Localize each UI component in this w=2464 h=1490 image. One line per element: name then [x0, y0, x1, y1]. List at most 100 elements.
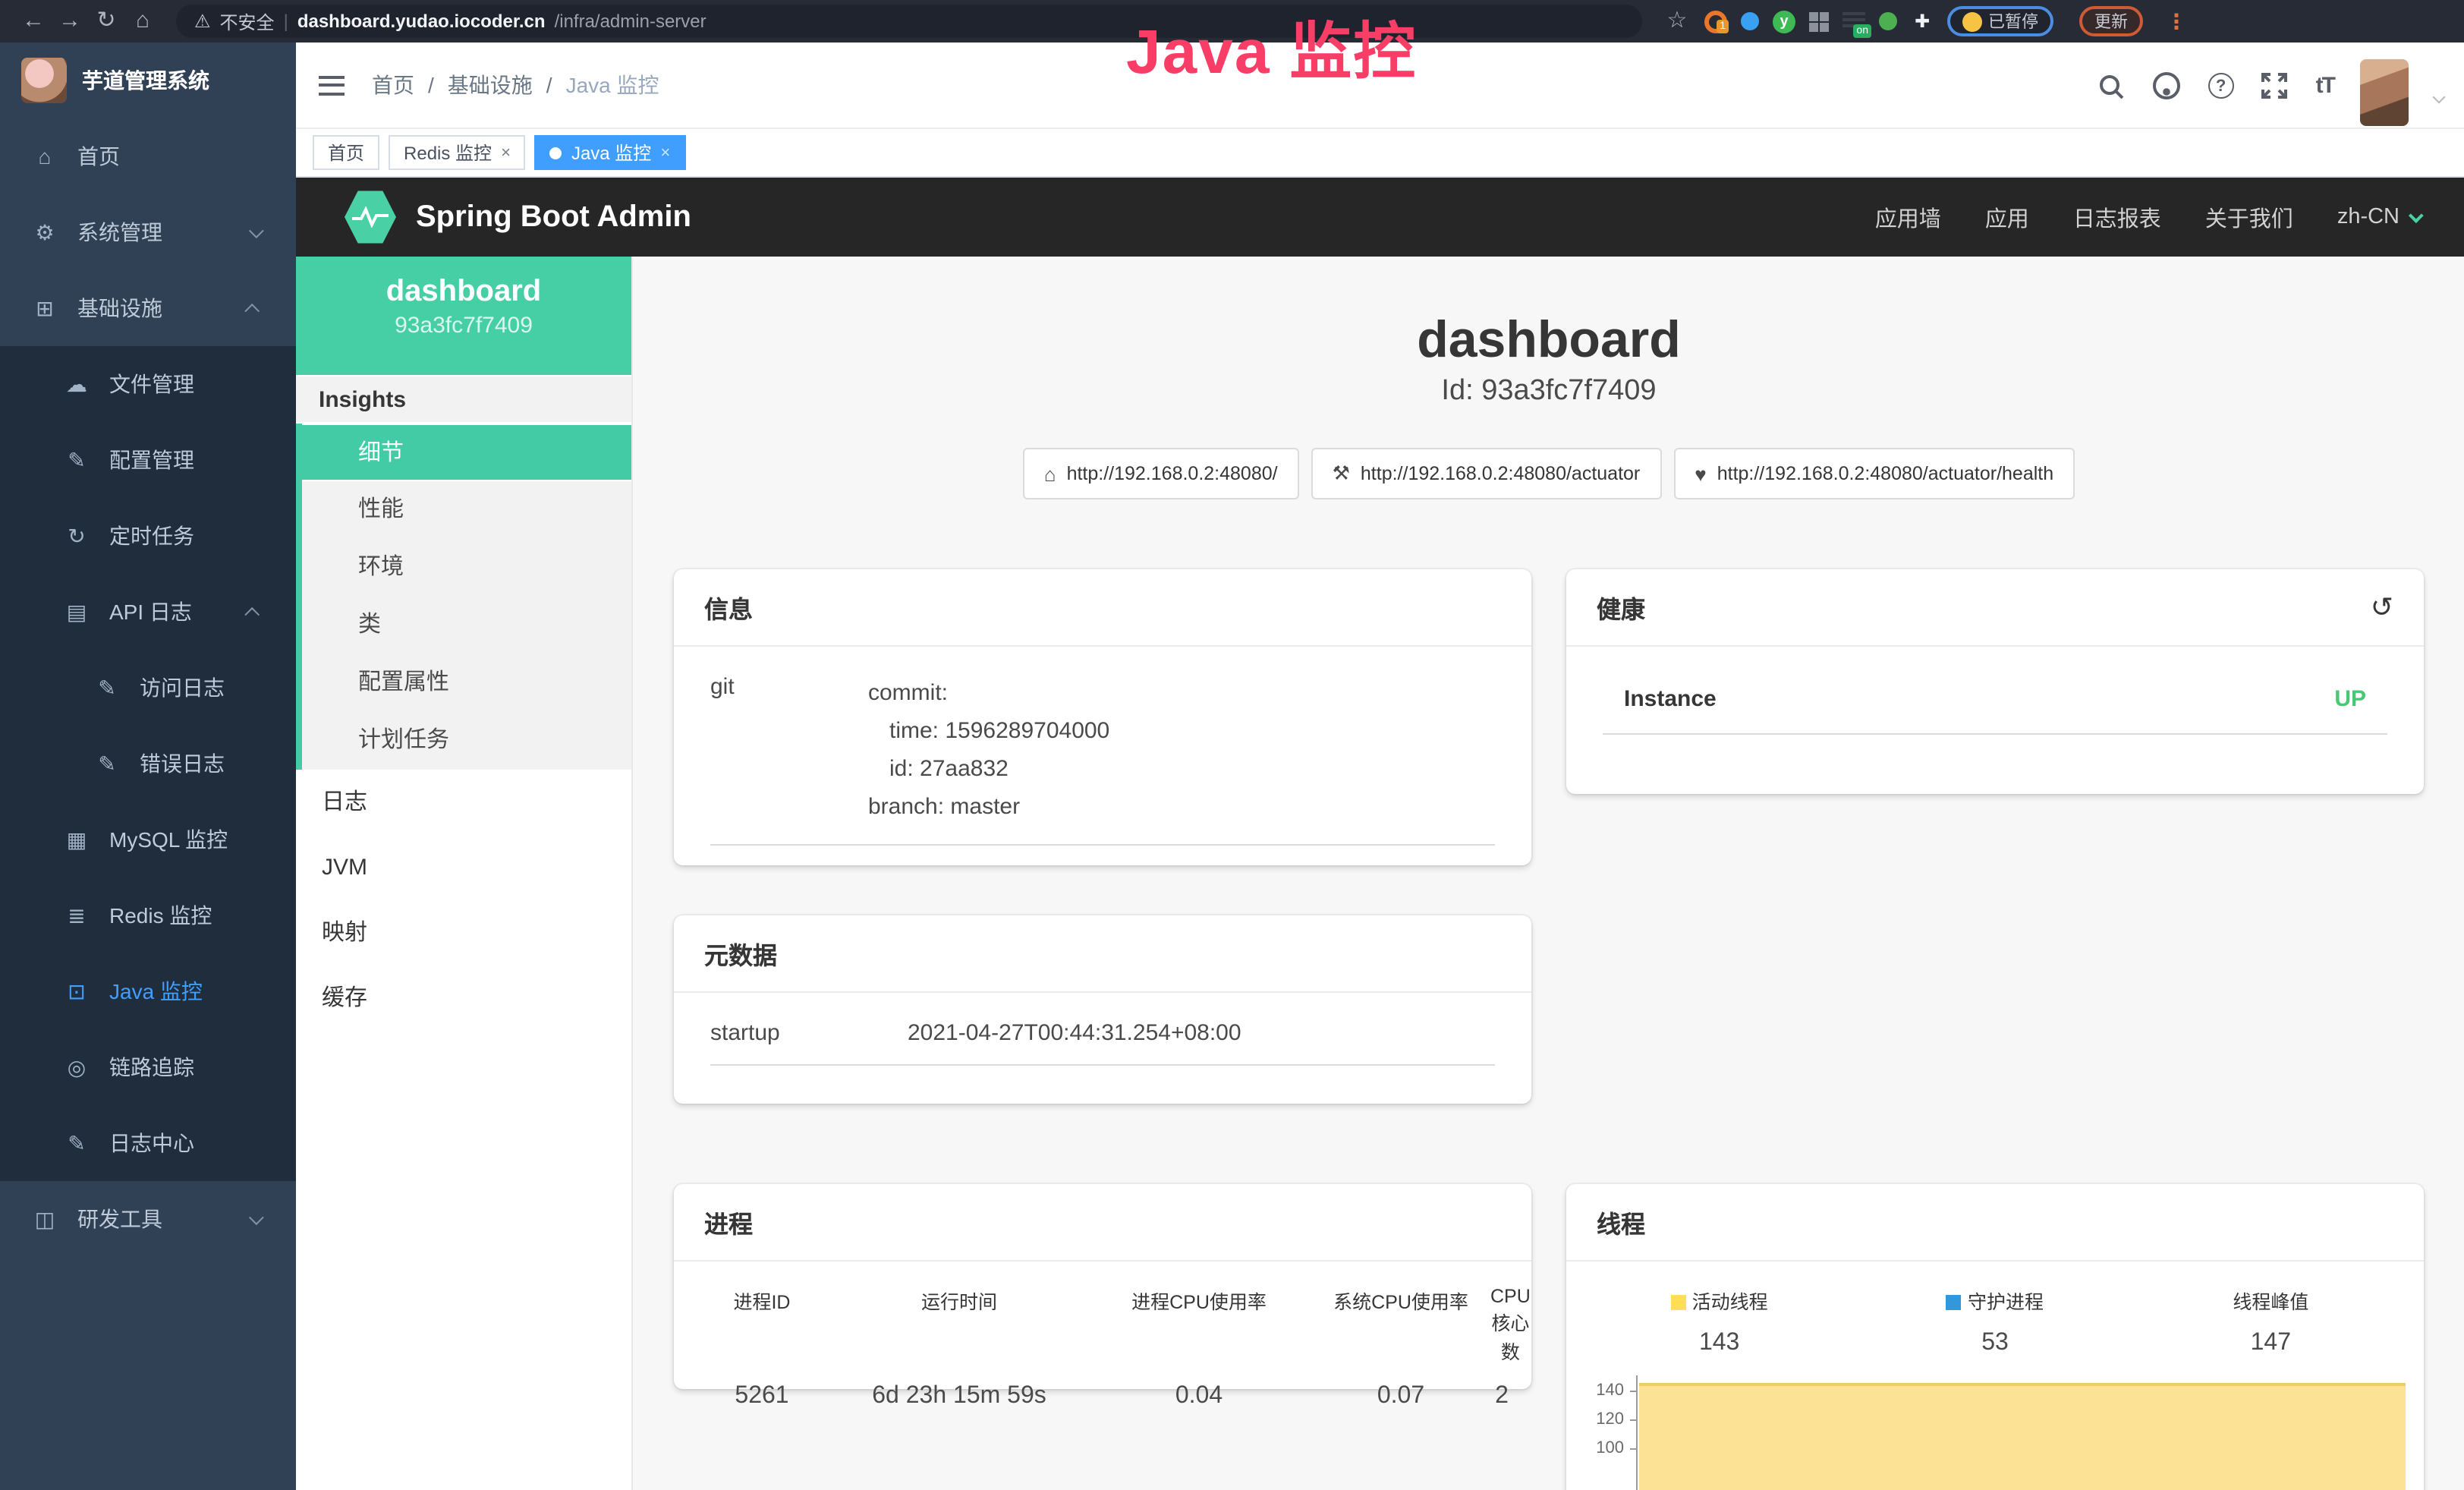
- security-label[interactable]: 不安全: [220, 8, 275, 34]
- sidebar-item-access-log[interactable]: ✎ 访问日志: [0, 650, 296, 726]
- sidebar-item-label: 定时任务: [109, 521, 194, 551]
- sba-main: dashboard Id: 93a3fc7f7409 ⌂ http://192.…: [633, 257, 2464, 1490]
- sidebar-item-log-center[interactable]: ✎ 日志中心: [0, 1105, 296, 1181]
- sidebar-item-infrastructure[interactable]: ⊞ 基础设施: [0, 270, 296, 346]
- tab-redis-monitor[interactable]: Redis 监控 ×: [389, 135, 526, 170]
- sba-menu-jvm[interactable]: JVM: [296, 835, 631, 900]
- sidebar-item-label: 基础设施: [77, 293, 162, 323]
- sba-menu-config-props[interactable]: 配置属性: [302, 654, 631, 712]
- sidebar-item-home[interactable]: ⌂ 首页: [0, 118, 296, 194]
- sidebar-item-java-monitor[interactable]: ⊡ Java 监控: [0, 953, 296, 1029]
- help-icon[interactable]: ?: [2208, 73, 2234, 99]
- profile-paused-chip[interactable]: 已暂停: [1947, 6, 2053, 36]
- extension-grid-icon[interactable]: [1809, 11, 1829, 31]
- history-icon[interactable]: ↺: [2371, 595, 2393, 619]
- app-logo[interactable]: 芋道管理系统: [0, 43, 296, 118]
- sba-menu-details[interactable]: 细节: [302, 424, 631, 481]
- col-process-cpu: 进程CPU使用率: [1087, 1286, 1311, 1365]
- health-card: 健康 ↺ Instance UP: [1566, 569, 2424, 794]
- instance-header[interactable]: dashboard 93a3fc7f7409: [296, 257, 631, 375]
- actuator-url-button[interactable]: ⚒ http://192.168.0.2:48080/actuator: [1311, 448, 1662, 499]
- sba-nav-about[interactable]: 关于我们: [2205, 201, 2293, 233]
- health-url: http://192.168.0.2:48080/actuator/health: [1717, 463, 2053, 484]
- browser-back-icon[interactable]: ←: [15, 0, 52, 43]
- sidebar-item-label: 配置管理: [109, 445, 194, 475]
- active-dot: [550, 146, 562, 159]
- bookmark-star-icon[interactable]: ☆: [1663, 0, 1691, 43]
- extension-list-icon[interactable]: on: [1842, 12, 1865, 30]
- sba-menu-metrics[interactable]: 性能: [302, 481, 631, 539]
- tab-java-monitor[interactable]: Java 监控 ×: [535, 135, 685, 170]
- val-uptime: 6d 23h 15m 59s: [832, 1383, 1087, 1410]
- avatar[interactable]: [2360, 58, 2409, 125]
- github-icon[interactable]: [2152, 71, 2182, 101]
- legend-live-threads: 活动线程: [1581, 1286, 1857, 1315]
- sidebar-item-file-mgmt[interactable]: ☁ 文件管理: [0, 346, 296, 422]
- sba-nav-journal[interactable]: 日志报表: [2073, 201, 2161, 233]
- page-title: dashboard: [633, 257, 2464, 369]
- browser-forward-icon[interactable]: →: [52, 0, 88, 43]
- breadcrumb-home[interactable]: 首页: [372, 70, 414, 100]
- chart-y-axis: 140 120 100: [1581, 1375, 1636, 1490]
- header-actions: ? tT: [2096, 43, 2444, 129]
- breadcrumb-infra[interactable]: 基础设施: [448, 70, 533, 100]
- health-url-button[interactable]: ♥ http://192.168.0.2:48080/actuator/heal…: [1673, 448, 2075, 499]
- spring-boot-admin-logo: [345, 190, 396, 244]
- live-threads-area: [1639, 1383, 2406, 1490]
- sidebar-item-scheduled-jobs[interactable]: ↻ 定时任务: [0, 498, 296, 574]
- extension-c-icon[interactable]: 1: [1704, 10, 1727, 33]
- browser-menu-icon[interactable]: ⋮: [2166, 8, 2187, 34]
- sidebar-item-error-log[interactable]: ✎ 错误日志: [0, 726, 296, 802]
- url-path: /infra/admin-server: [555, 11, 706, 32]
- sba-language-select[interactable]: zh-CN: [2337, 205, 2419, 229]
- sidebar-item-api-log[interactable]: ▤ API 日志: [0, 574, 296, 650]
- extension-pin-icon[interactable]: [1741, 12, 1759, 30]
- sidebar-item-config-mgmt[interactable]: ✎ 配置管理: [0, 422, 296, 498]
- sba-menu-mappings[interactable]: 映射: [296, 900, 631, 966]
- tab-label: Redis 监控: [404, 140, 492, 165]
- extension-puzzle-icon[interactable]: ✚: [1911, 10, 1934, 33]
- sba-menu-scheduled-tasks[interactable]: 计划任务: [302, 712, 631, 770]
- extension-leaf-icon[interactable]: [1879, 12, 1897, 30]
- sba-nav-wallboard[interactable]: 应用墙: [1875, 201, 1941, 233]
- close-icon[interactable]: ×: [501, 143, 511, 162]
- avatar-caret-icon[interactable]: [2433, 90, 2446, 103]
- sba-menu-environment[interactable]: 环境: [302, 539, 631, 597]
- search-icon[interactable]: [2096, 71, 2126, 101]
- daemon-threads-value: 53: [1857, 1330, 2132, 1357]
- eye-icon: ◎: [64, 1054, 90, 1080]
- app-title: 芋道管理系统: [82, 65, 209, 96]
- java-monitor-icon: ⊡: [64, 978, 90, 1004]
- sidebar-item-mysql-monitor[interactable]: ▦ MySQL 监控: [0, 802, 296, 877]
- sba-menu-classes[interactable]: 类: [302, 597, 631, 654]
- sidebar-item-tracing[interactable]: ◎ 链路追踪: [0, 1029, 296, 1105]
- home-icon: ⌂: [32, 144, 58, 169]
- sba-menu-logfile[interactable]: 日志: [296, 770, 631, 835]
- sidebar-item-dev-tools[interactable]: ◫ 研发工具: [0, 1181, 296, 1257]
- browser-reload-icon[interactable]: ↻: [88, 0, 124, 43]
- sidebar-item-redis-monitor[interactable]: ≣ Redis 监控: [0, 877, 296, 953]
- text-size-icon[interactable]: tT: [2316, 73, 2334, 99]
- browser-home-icon[interactable]: ⌂: [124, 0, 161, 43]
- extension-y-icon[interactable]: y: [1773, 10, 1795, 33]
- tab-home[interactable]: 首页: [313, 135, 379, 170]
- log-icon: ▤: [64, 599, 90, 625]
- service-url-button[interactable]: ⌂ http://192.168.0.2:48080/: [1023, 448, 1299, 499]
- sba-menu-caches[interactable]: 缓存: [296, 966, 631, 1031]
- edit-icon: ✎: [64, 447, 90, 473]
- info-card-header: 信息: [674, 569, 1531, 647]
- fullscreen-icon[interactable]: [2260, 71, 2290, 101]
- update-button[interactable]: 更新: [2079, 6, 2143, 36]
- process-card: 进程 进程ID 运行时间 进程CPU使用率 系统CPU使用率 CPU核心数 52…: [674, 1184, 1531, 1389]
- content-column: 首页 / 基础设施 / Java 监控 ? tT 首页 Redi: [296, 43, 2464, 1490]
- sidebar-item-system-mgmt[interactable]: ⚙ 系统管理: [0, 194, 296, 270]
- row-divider: [710, 1064, 1495, 1066]
- close-icon[interactable]: ×: [660, 143, 670, 162]
- instance-id: 93a3fc7f7409: [296, 313, 631, 339]
- hamburger-icon[interactable]: [319, 75, 345, 95]
- status-badge: UP: [2334, 686, 2366, 712]
- sba-nav-applications[interactable]: 应用: [1985, 201, 2029, 233]
- git-commit-line: commit:: [868, 674, 1109, 712]
- y-tick-120: 120: [1596, 1410, 1624, 1429]
- address-bar[interactable]: ⚠ 不安全 | dashboard.yudao.iocoder.cn/infra…: [176, 5, 1642, 38]
